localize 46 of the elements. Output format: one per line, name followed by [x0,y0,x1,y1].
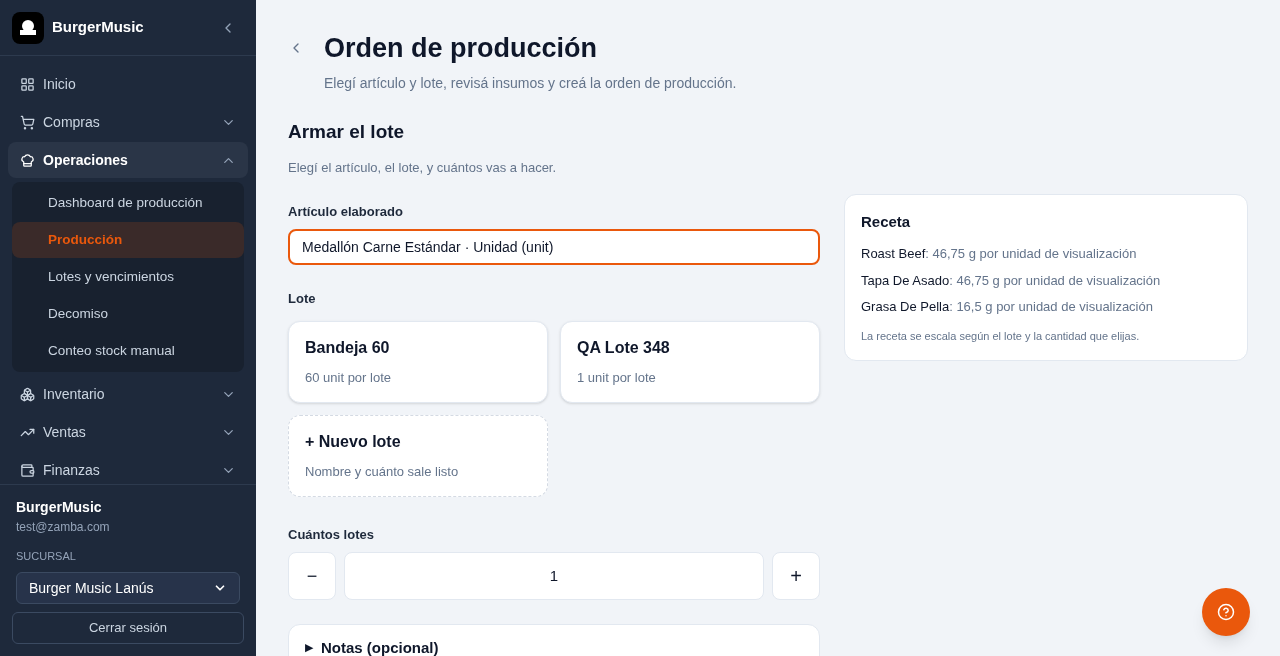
logout-button[interactable]: Cerrar sesión [12,612,244,644]
recipe-item: Grasa De Pella: 16,5 g por unidad de visualización [861,298,1154,316]
recipe-item: Tapa De Asado: 46,75 g por unidad de visualización [861,271,1162,290]
field-label: Lote [288,290,317,308]
recipe-title: Receta [861,211,912,232]
section-title: Armar el lote [288,119,406,144]
recipe-note: La receta se escala según el lote y la cantidad que elijas. [861,328,1141,344]
lote-card[interactable]: QA Lote 348 1 unit por lote [560,320,820,403]
lote-card[interactable]: Bandeja 60 60 unit por lote [288,320,548,403]
chef-hat-icon [20,152,35,168]
nav-item[interactable]: Finanzas [8,452,248,484]
decrement-button[interactable]: − [288,552,336,600]
section-description: Elegí el artículo, el lote, y cuántos vas a hacer. [288,159,558,177]
submenu-item[interactable]: Conteo stock manual [12,333,244,369]
submenu-item[interactable]: Decomiso [12,296,244,332]
grid-icon [20,76,35,92]
field-label: Cuántos lotes [288,525,375,544]
field-label: Artículo elaborado [288,202,404,221]
quantity-field[interactable]: 1 [344,552,764,600]
nav-item[interactable]: Inicio [8,66,248,102]
article-field[interactable]: Medallón Carne Estándar · Unidad (unit) [288,229,820,265]
user-email: test@zamba.com [15,518,111,536]
submenu-item[interactable]: Producción [12,222,244,258]
nav-item[interactable]: Operaciones [8,142,248,178]
cart-icon [20,114,35,130]
submenu-item[interactable]: Dashboard de producción [12,185,244,221]
boxes-icon [20,386,35,402]
recipe-item: Roast Beef: 46,75 g por unidad de visualización [861,245,1138,263]
page-subtitle: Elegí artículo y lote, revisá insumos y creá la orden de producción. [324,73,738,93]
branch-label: SUCURSAL [15,548,77,564]
help-button[interactable] [1202,588,1250,636]
submenu-item[interactable]: Lotes y vencimientos [12,259,244,295]
new-lote-card[interactable]: + Nuevo lote Nombre y cuánto sale listo [288,414,548,497]
brand-name: BurgerMusic [52,17,144,38]
branch-select[interactable]: Burger Music Lanús [16,572,240,604]
disclosure-marker: ▶ [305,640,313,655]
notes-toggle[interactable]: Notas (opcional) [321,637,439,656]
nav-item[interactable]: Ventas [8,414,248,450]
wallet-icon [20,462,35,478]
nav-item[interactable]: Compras [8,104,248,140]
user-name: BurgerMusic [15,497,103,517]
page-title: Orden de producción [324,32,598,65]
help-icon [1217,603,1235,621]
nav-item[interactable]: Inventario [8,376,248,412]
logo-icon [12,11,44,44]
increment-button[interactable]: + [772,552,820,600]
